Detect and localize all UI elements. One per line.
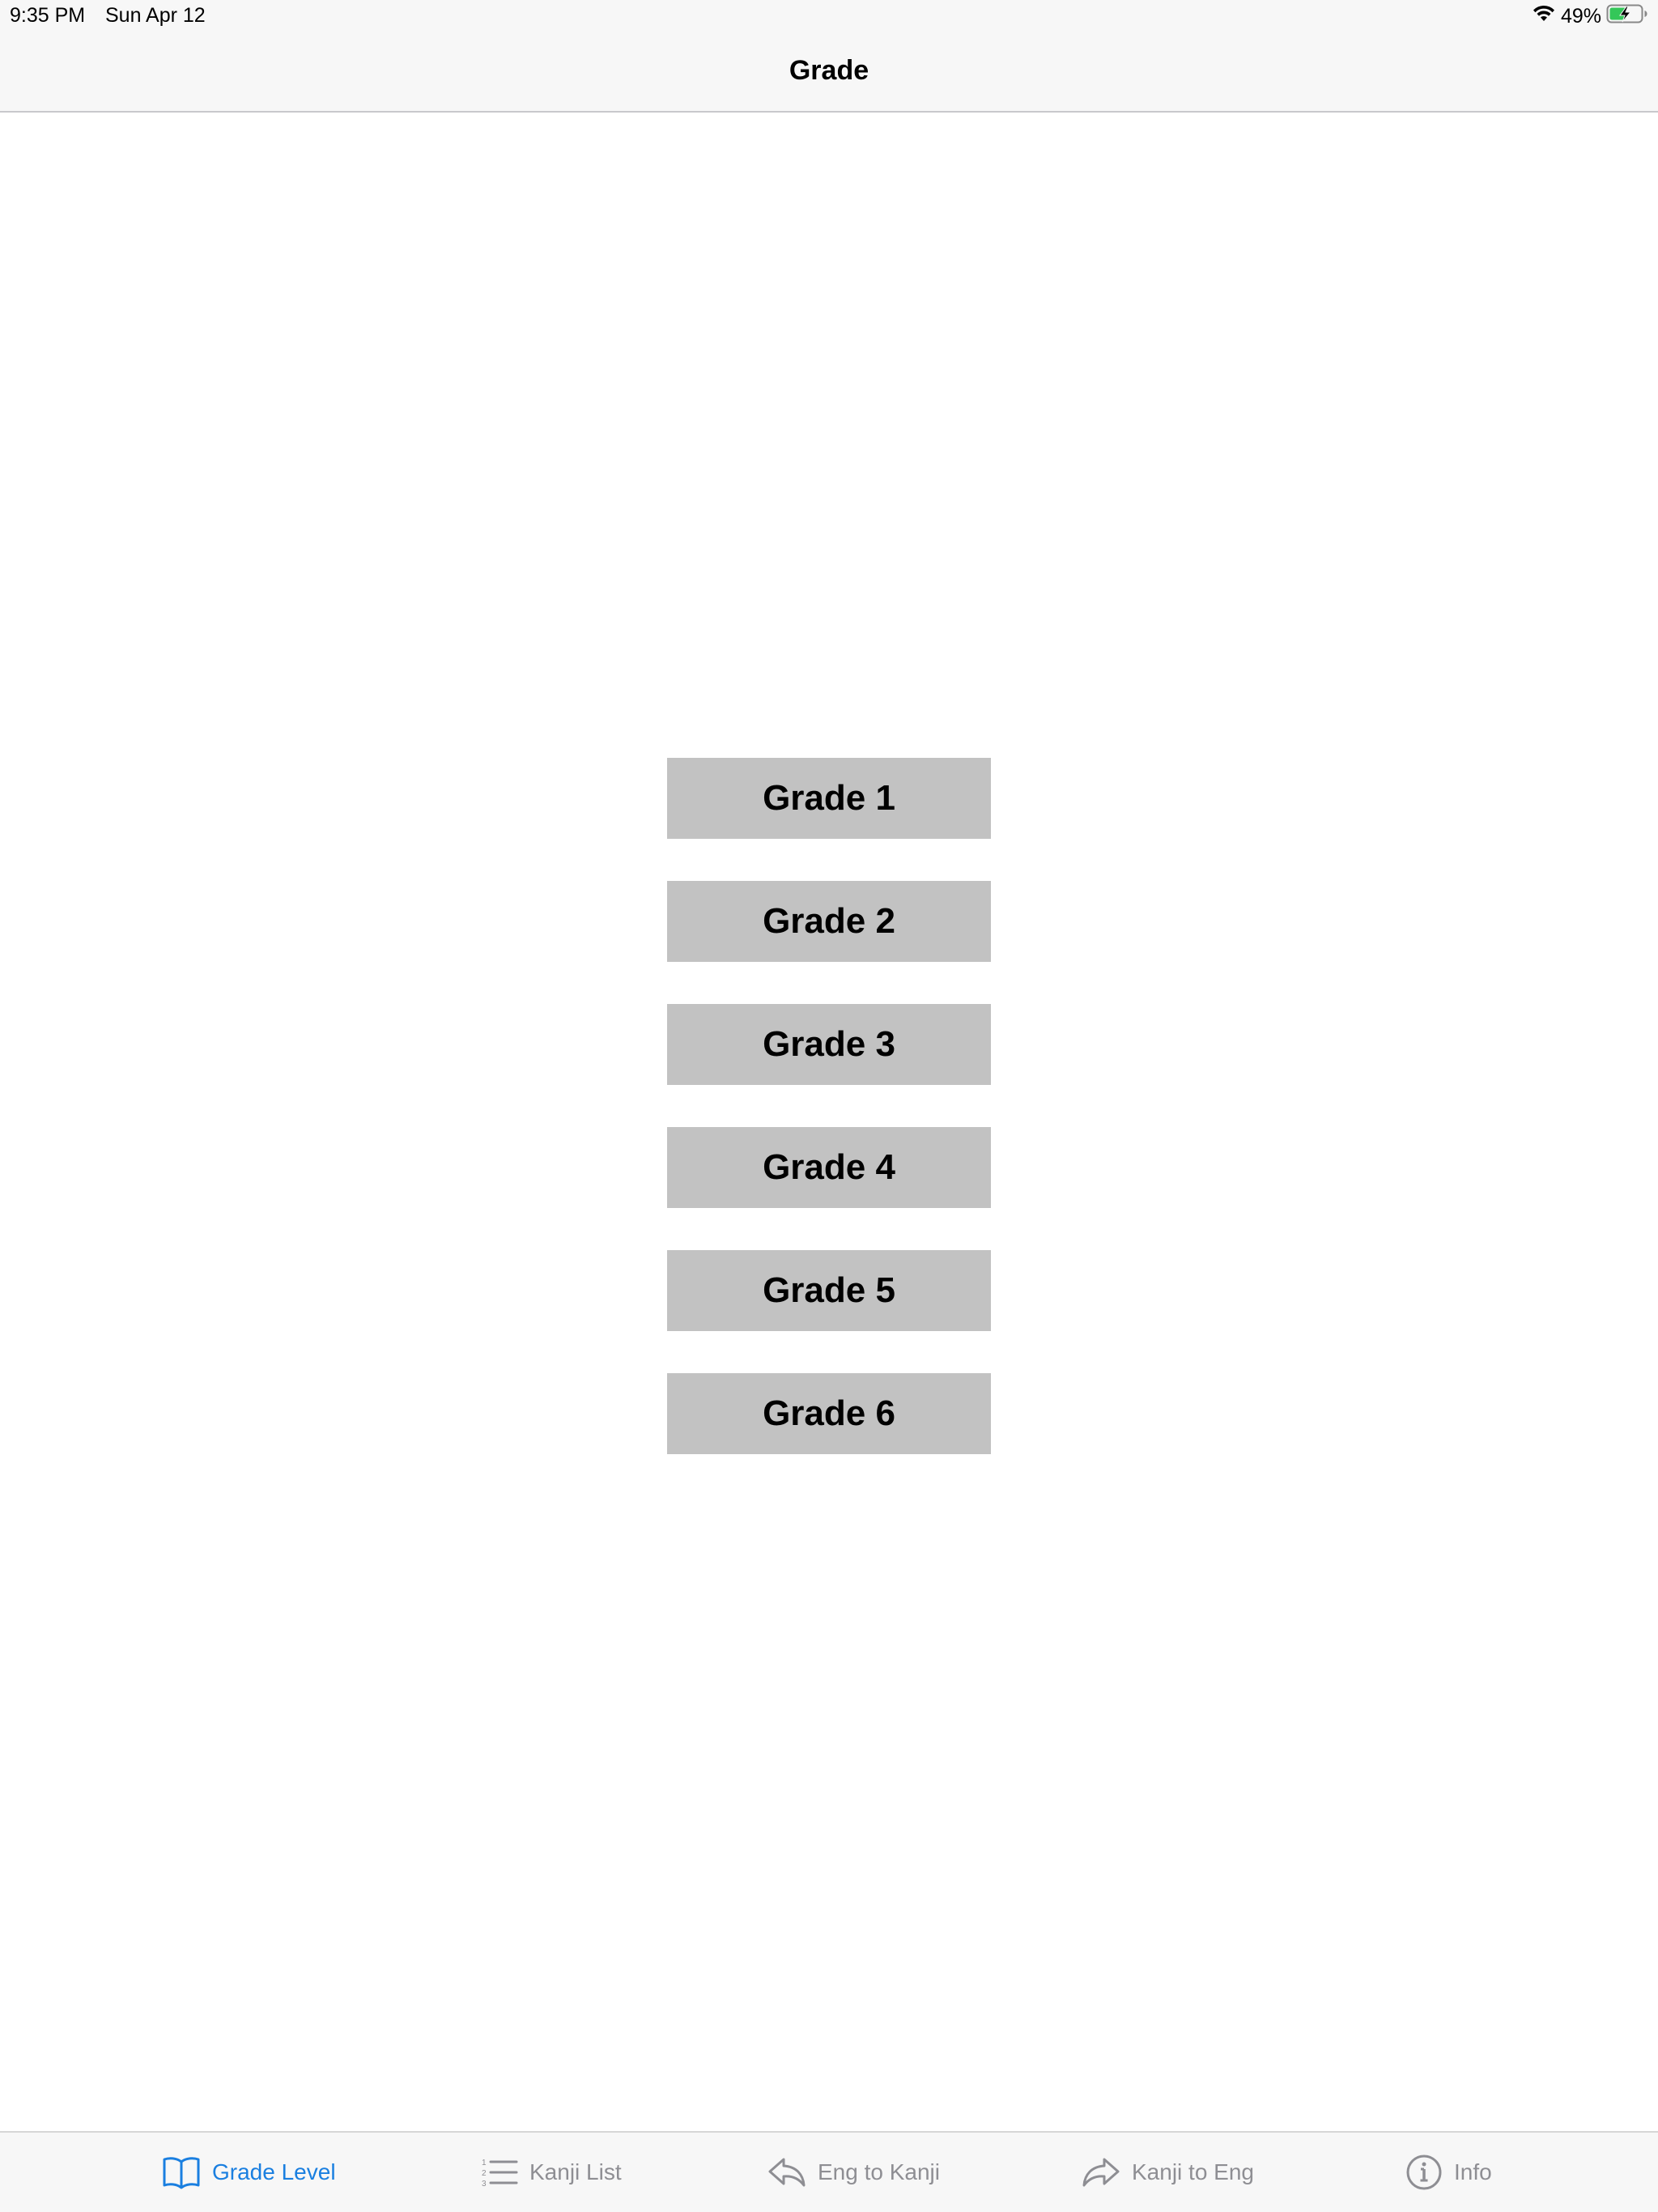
tab-eng-to-kanji[interactable]: Eng to Kanji <box>767 2133 940 2212</box>
info-icon <box>1405 2154 1443 2191</box>
grade-4-button[interactable]: Grade 4 <box>667 1127 991 1208</box>
grade-button-list: Grade 1 Grade 2 Grade 3 Grade 4 Grade 5 … <box>667 758 991 1496</box>
svg-text:3: 3 <box>482 2180 487 2189</box>
grade-6-button[interactable]: Grade 6 <box>667 1373 991 1454</box>
status-indicators: 49% <box>1532 3 1648 29</box>
status-date: Sun Apr 12 <box>105 4 206 27</box>
screen: 9:35 PM Sun Apr 12 49% Grade Grade 1 Gra… <box>0 0 1658 2212</box>
forward-arrow-icon <box>1082 2156 1120 2189</box>
tab-bar: Grade Level 1 2 3 Kanji List Eng to Kanj… <box>0 2131 1658 2212</box>
svg-text:2: 2 <box>482 2169 487 2178</box>
tab-label: Info <box>1454 2159 1492 2184</box>
tab-kanji-to-eng[interactable]: Kanji to Eng <box>1082 2133 1254 2212</box>
tab-label: Eng to Kanji <box>818 2159 940 2184</box>
grade-5-button[interactable]: Grade 5 <box>667 1250 991 1331</box>
tab-label: Grade Level <box>212 2159 336 2184</box>
tab-label: Kanji List <box>529 2159 622 2184</box>
navigation-bar: Grade <box>0 32 1658 113</box>
wifi-icon <box>1532 4 1556 29</box>
status-time: 9:35 PM <box>10 4 86 27</box>
reply-arrow-icon <box>767 2156 806 2189</box>
grade-1-button[interactable]: Grade 1 <box>667 758 991 839</box>
tab-grade-level[interactable]: Grade Level <box>162 2133 336 2212</box>
numbered-list-icon: 1 2 3 <box>481 2156 518 2189</box>
grade-2-button[interactable]: Grade 2 <box>667 881 991 962</box>
svg-text:1: 1 <box>482 2159 487 2167</box>
tab-label: Kanji to Eng <box>1132 2159 1254 2184</box>
battery-charging-icon <box>1606 3 1648 30</box>
battery-percentage: 49% <box>1560 4 1601 28</box>
page-title: Grade <box>789 55 869 86</box>
grade-3-button[interactable]: Grade 3 <box>667 1004 991 1085</box>
tab-info[interactable]: Info <box>1405 2133 1492 2212</box>
status-bar: 9:35 PM Sun Apr 12 49% <box>0 0 1658 32</box>
tab-kanji-list[interactable]: 1 2 3 Kanji List <box>481 2133 622 2212</box>
book-icon <box>162 2155 201 2189</box>
